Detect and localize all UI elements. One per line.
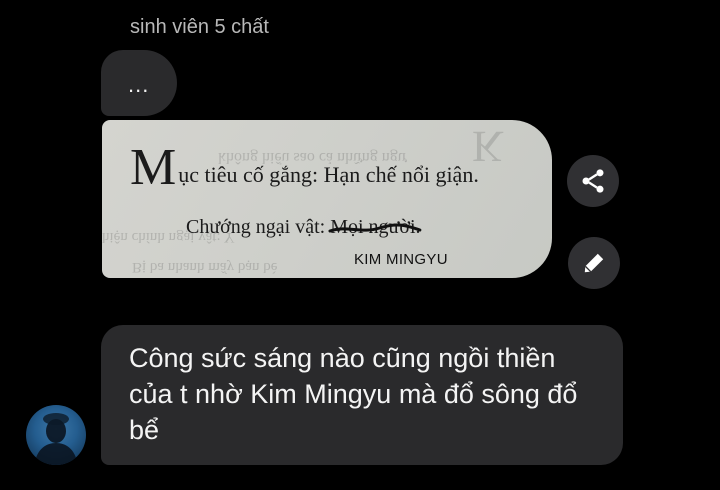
- share-icon: [582, 169, 604, 193]
- book-line-goal: Mục tiêu cố gắng: Hạn chế nổi giận.: [130, 142, 479, 194]
- book-line-obstacle-prefix: Chướng ngại vật:: [186, 216, 331, 238]
- handwritten-note: KIM MINGYU: [354, 251, 448, 268]
- message-dots-text: ...: [128, 72, 150, 97]
- share-button[interactable]: [567, 155, 619, 207]
- sender-avatar[interactable]: [26, 405, 86, 465]
- scribble-strike: [328, 223, 422, 233]
- message-text: Công sức sáng nào cũng ngồi thiền của t …: [129, 343, 578, 445]
- avatar-silhouette: [34, 413, 78, 465]
- pencil-icon: [584, 253, 604, 273]
- book-line-obstacle: Chướng ngại vật: Mọi người.: [186, 216, 422, 239]
- message-bubble-dots[interactable]: ...: [101, 50, 177, 116]
- photo-message[interactable]: không hiểu sao cả những ngư K hiện chính…: [102, 120, 552, 278]
- book-dropcap: M: [130, 139, 177, 196]
- book-line-goal-text: ục tiêu cố gắng: Hạn chế nổi giận.: [178, 162, 479, 187]
- struck-through-word: Mọi người: [328, 216, 422, 239]
- message-bubble-text[interactable]: Công sức sáng nào cũng ngồi thiền của t …: [101, 325, 623, 465]
- edit-button[interactable]: [568, 237, 620, 289]
- page-bleed-through: Bị ba nhanh mấy bạn bè: [132, 259, 278, 275]
- sender-name: sinh viên 5 chất: [130, 16, 269, 38]
